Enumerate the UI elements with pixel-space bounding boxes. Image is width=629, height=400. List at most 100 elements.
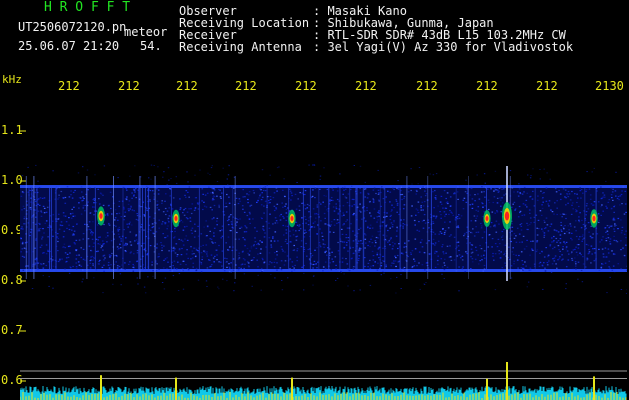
noise-dot	[371, 227, 374, 229]
noise-dot	[599, 241, 601, 243]
noise-dot	[333, 219, 336, 221]
noise-dot	[129, 252, 132, 254]
noise-dot	[613, 230, 616, 232]
noise-dot	[322, 243, 325, 245]
noise-dot	[74, 189, 76, 192]
noise-dot	[470, 268, 472, 270]
noise-dot	[209, 174, 211, 175]
noise-dot	[206, 267, 209, 269]
noise-dot	[574, 248, 576, 250]
noise-dot	[491, 238, 494, 240]
noise-dot	[330, 199, 333, 201]
noise-dot	[625, 230, 627, 232]
noise-dot	[82, 238, 84, 240]
noise-dot	[542, 201, 544, 203]
noise-dot	[242, 196, 244, 198]
noise-dot	[61, 258, 63, 260]
noise-dot	[34, 192, 37, 194]
noise-dot	[333, 224, 336, 226]
noise-dot	[276, 269, 278, 271]
noise-dot	[335, 206, 337, 208]
noise-dot	[311, 195, 314, 197]
noise-dot	[64, 215, 67, 217]
noise-dot	[195, 197, 197, 199]
noise-dot	[371, 250, 374, 252]
noise-dot	[457, 198, 459, 200]
noise-dot	[173, 260, 176, 262]
noise-dot	[513, 237, 516, 239]
noise-dot	[396, 276, 398, 278]
noise-dot	[268, 263, 270, 265]
noise-dot	[251, 285, 253, 287]
noise-dot	[439, 201, 442, 203]
noise-dot	[434, 197, 437, 199]
noise-dot	[387, 190, 389, 192]
noise-dot	[346, 219, 349, 221]
noise-dot	[380, 262, 383, 264]
noise-dot	[420, 205, 422, 207]
x-tick-label: 212	[536, 79, 558, 93]
noise-dot	[319, 175, 322, 177]
noise-dot	[56, 233, 59, 235]
noise-dot	[359, 192, 362, 194]
noise-dot	[474, 194, 476, 196]
noise-dot	[72, 233, 75, 235]
noise-dot	[173, 248, 176, 250]
noise-dot	[498, 187, 501, 189]
noise-dot	[124, 250, 127, 252]
noise-dot	[590, 225, 592, 227]
noise-dot	[458, 217, 461, 219]
noise-dot	[201, 256, 204, 258]
noise-dot	[568, 232, 571, 234]
noise-dot	[134, 240, 136, 242]
noise-dot	[567, 202, 569, 204]
noise-dot	[621, 230, 623, 232]
noise-dot	[44, 222, 47, 224]
noise-dot	[322, 266, 325, 268]
noise-dot	[284, 251, 286, 253]
noise-dot	[528, 223, 531, 226]
noise-dot	[273, 240, 276, 242]
noise-dot	[158, 255, 160, 258]
noise-dot	[585, 227, 587, 229]
noise-dot	[320, 203, 322, 205]
noise-dot	[189, 220, 192, 222]
noise-dot	[574, 261, 577, 263]
noise-dot	[385, 196, 387, 198]
noise-dot	[580, 254, 582, 256]
noise-dot	[389, 244, 391, 246]
noise-dot	[237, 218, 239, 221]
noise-dot	[389, 238, 392, 240]
noise-dot	[585, 205, 588, 207]
noise-dot	[324, 268, 327, 270]
noise-dot	[606, 207, 608, 209]
noise-dot	[476, 174, 478, 176]
noise-dot	[465, 201, 468, 203]
noise-dot	[346, 263, 349, 265]
noise-dot	[118, 212, 121, 214]
noise-dot	[604, 247, 607, 249]
noise-dot	[366, 197, 369, 199]
echo-peak	[485, 216, 489, 221]
noise-dot	[307, 224, 310, 226]
noise-dot	[613, 239, 616, 241]
noise-dot	[358, 257, 360, 260]
noise-dot	[305, 242, 307, 245]
noise-dot	[103, 165, 106, 167]
noise-dot	[229, 229, 231, 232]
noise-dot	[610, 187, 613, 189]
noise-dot	[586, 203, 588, 205]
noise-dot	[205, 244, 208, 246]
noise-dot	[273, 261, 276, 263]
noise-dot	[236, 221, 238, 223]
noise-dot	[123, 244, 125, 246]
noise-dot	[107, 261, 110, 264]
noise-dot	[276, 222, 279, 224]
noise-dot	[358, 248, 361, 250]
noise-dot	[418, 167, 421, 168]
noise-dot	[342, 205, 345, 207]
noise-dot	[199, 169, 201, 171]
noise-dot	[165, 193, 167, 195]
noise-dot	[304, 208, 307, 210]
noise-dot	[200, 271, 203, 273]
